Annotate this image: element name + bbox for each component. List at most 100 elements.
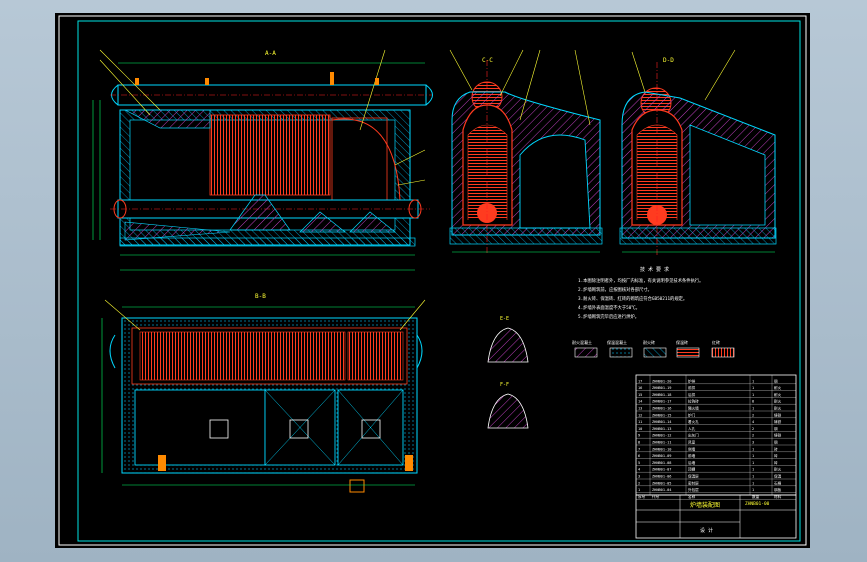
parts-table-cell: 铸铁 <box>774 433 782 438</box>
parts-table-cell: 炉门 <box>688 412 696 417</box>
parts-table-cell: 2 <box>638 481 640 485</box>
parts-table-cell: ZHNB01-10 <box>652 447 671 451</box>
section-a-label: A-A <box>265 50 276 57</box>
parts-table-cell: 前拱 <box>688 385 696 390</box>
parts-table-cell: 外包层 <box>688 487 699 492</box>
parts-table-cell: ZHNB01-11 <box>652 441 671 445</box>
drawing-title: 炉墙装配图 <box>690 501 720 509</box>
parts-table-cell: 2 <box>752 427 754 431</box>
parts-table-cell: 耐火 <box>774 406 782 411</box>
notes-line-1: 1.本图除注明者外，均按厂内标准，有关说明参见技术条件执行。 <box>578 277 703 284</box>
parts-table-cell: 钢 <box>774 440 778 445</box>
parts-table-cell: 16 <box>638 386 642 390</box>
parts-table-cell: ZHNB01-18 <box>652 393 671 397</box>
parts-table-cell: 14 <box>638 400 642 404</box>
parts-table-cell: 铸铁 <box>774 419 782 424</box>
parts-table-cell: 侧墙 <box>688 446 696 451</box>
parts-table-cell: 砖 <box>774 453 778 458</box>
legend-swatch-1 <box>574 347 598 358</box>
drawing-number: ZHNB01-00 <box>745 501 770 507</box>
parts-table-cell: 石棉 <box>774 480 782 485</box>
parts-table-cell: ZHNB01-04 <box>652 488 671 492</box>
parts-table-cell: ZHNB01-20 <box>652 379 671 383</box>
parts-table-cell: 铸铁 <box>774 412 782 417</box>
parts-table-cell: 风室 <box>688 440 696 445</box>
parts-table-cell: 2 <box>752 413 754 417</box>
parts-table-cell: 8 <box>638 441 640 445</box>
legend-label-5: 红砖 <box>712 339 720 345</box>
parts-table-cell: 钢 <box>774 426 778 431</box>
section-c-label: C-C <box>482 57 493 64</box>
parts-table-cell: 顶棚 <box>688 467 696 472</box>
parts-table-cell: 4 <box>638 468 640 472</box>
parts-table-cell: 出灰门 <box>688 433 699 438</box>
notes-heading: 技 术 要 求 <box>640 266 669 273</box>
notes-line-4: 4.炉墙外表面温度不大于50℃。 <box>578 304 640 311</box>
parts-table-cell: 11 <box>638 420 642 424</box>
parts-table-cell: 保温层 <box>688 474 699 479</box>
drawing-canvas[interactable]: A-A C-C D-D B-B E-E F-F 技 术 要 求 1.本图除注明者… <box>0 0 867 562</box>
parts-table-cell: 耐火 <box>774 385 782 390</box>
legend-swatch-4 <box>676 347 700 358</box>
legend-label-3: 耐火砖 <box>643 339 655 345</box>
parts-table-cell: ZHNB01-12 <box>652 434 671 438</box>
parts-table-cell: 6 <box>638 454 640 458</box>
legend-label-4: 保温砖 <box>676 339 688 345</box>
parts-table-cell: ZHNB01-17 <box>652 400 671 404</box>
section-d-label: D-D <box>663 57 674 64</box>
parts-table-cell: 人孔 <box>688 426 696 431</box>
parts-table-cell: 耐火 <box>774 399 782 404</box>
parts-table-cell: ZHNB01-13 <box>652 427 671 431</box>
legend-swatch-3 <box>643 347 667 358</box>
parts-table-cell: 3 <box>752 441 754 445</box>
parts-table-cell: 1 <box>752 379 754 383</box>
parts-table-cell: ZHNB01-15 <box>652 413 671 417</box>
notes-line-3: 3.耐火砖、保温砖、红砖的砌筑应符合GB50211的规定。 <box>578 295 687 302</box>
parts-table-cell: ZHNB01-06 <box>652 475 671 479</box>
legend-label-2: 保温混凝土 <box>607 339 627 345</box>
parts-table-cell: ZHNB01-16 <box>652 407 671 411</box>
parts-table-cell: 拉钩砖 <box>688 399 699 404</box>
parts-table-cell: ZHNB01-08 <box>652 461 671 465</box>
parts-table-cell: 3 <box>638 475 640 479</box>
parts-table-cell: 砖 <box>774 446 778 451</box>
cad-viewport[interactable]: A-A C-C D-D B-B E-E F-F 技 术 要 求 1.本图除注明者… <box>0 0 867 562</box>
parts-table-cell: 12 <box>638 413 642 417</box>
parts-table-cell: 后拱 <box>688 392 696 397</box>
parts-table-cell: 1 <box>752 488 754 492</box>
parts-table-cell: 13 <box>638 407 642 411</box>
notes-line-5: 5.炉墙砌筑完毕后应进行烘炉。 <box>578 313 639 320</box>
detail-1-label: E-E <box>500 316 509 322</box>
parts-table-cell: 1 <box>752 454 754 458</box>
parts-table-cell: 密封层 <box>688 480 699 485</box>
legend-swatch-2 <box>609 347 633 358</box>
parts-table-cell: 1 <box>752 447 754 451</box>
parts-table-cell: 隔火墙 <box>688 406 699 411</box>
parts-table-cell: 1 <box>752 468 754 472</box>
parts-table-cell: 炉排 <box>688 378 696 383</box>
detail-2-label: F-F <box>500 382 509 388</box>
designer-label: 设 计 <box>700 527 713 534</box>
parts-table-cell: 7 <box>638 447 640 451</box>
section-b-view: B-B <box>101 293 426 493</box>
parts-table-cell: 1 <box>752 475 754 479</box>
parts-table-cell: 8 <box>752 400 754 404</box>
parts-table-cell: 1 <box>752 393 754 397</box>
parts-table-cell: ZHNB01-05 <box>652 481 671 485</box>
parts-table-cell: 砖 <box>774 460 778 465</box>
parts-table-cell: 钢 <box>774 378 778 383</box>
parts-table-cell: 9 <box>638 434 640 438</box>
parts-table-cell: 1 <box>752 461 754 465</box>
parts-table-cell: ZHNB01-07 <box>652 468 671 472</box>
parts-table-cell: 前墙 <box>688 453 696 458</box>
parts-table-cell: 5 <box>638 461 640 465</box>
parts-table-cell: ZHNB01-14 <box>652 420 671 424</box>
section-b-label: B-B <box>255 293 266 300</box>
parts-table-cell: 看火孔 <box>688 419 699 424</box>
parts-table-cell: 10 <box>638 427 642 431</box>
parts-table-cell: 4 <box>752 420 754 424</box>
parts-table-cell: 17 <box>638 379 642 383</box>
parts-table-cell: ZHNB01-19 <box>652 386 671 390</box>
parts-table-cell: 1 <box>752 481 754 485</box>
parts-table-cell: ZHNB01-09 <box>652 454 671 458</box>
